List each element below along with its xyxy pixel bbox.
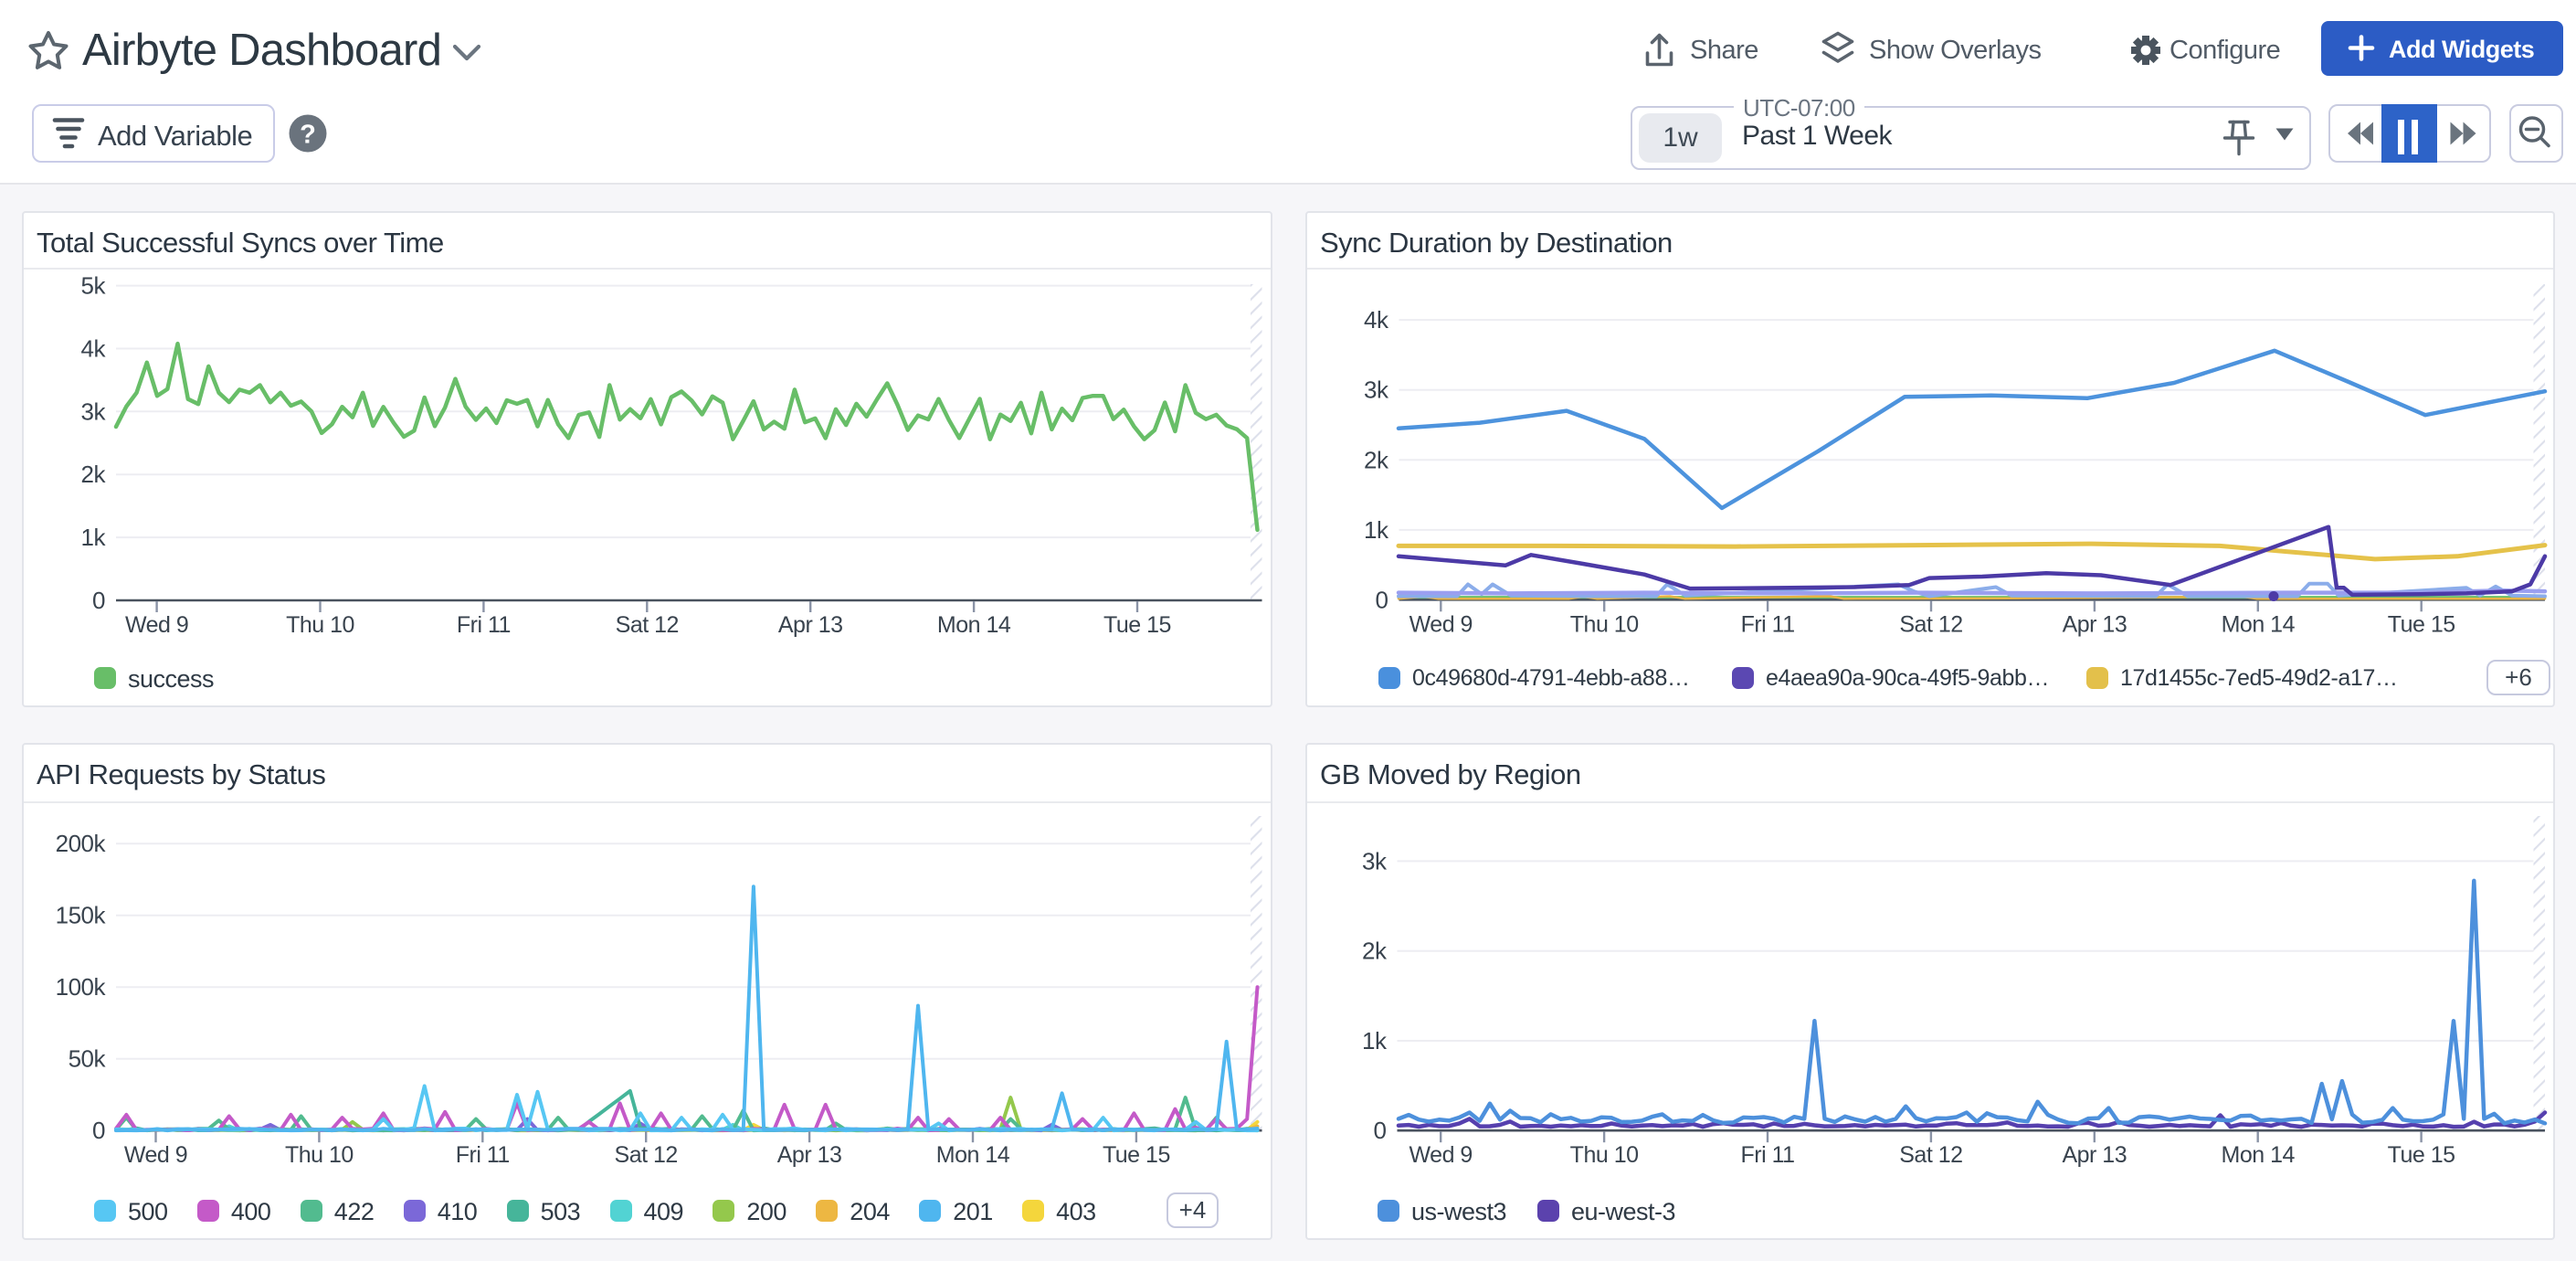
svg-text:Mon 14: Mon 14: [936, 1142, 1010, 1168]
svg-text:Tue 15: Tue 15: [2388, 611, 2455, 637]
svg-text:Mon 14: Mon 14: [2222, 1142, 2296, 1168]
svg-text:0: 0: [1374, 1117, 1387, 1144]
svg-text:Thu 10: Thu 10: [1570, 611, 1639, 637]
svg-text:2k: 2k: [81, 461, 107, 488]
svg-text:Mon 14: Mon 14: [937, 612, 1011, 638]
svg-text:1k: 1k: [1364, 516, 1389, 544]
svg-text:200k: 200k: [56, 830, 107, 857]
svg-text:Tue 15: Tue 15: [1103, 1142, 1170, 1168]
svg-text:Sat 12: Sat 12: [1899, 611, 1962, 637]
svg-text:Thu 10: Thu 10: [285, 1142, 354, 1168]
svg-text:Sat 12: Sat 12: [616, 612, 679, 638]
svg-text:5k: 5k: [81, 272, 107, 300]
svg-text:Apr 13: Apr 13: [778, 612, 843, 638]
svg-text:4k: 4k: [81, 335, 107, 363]
svg-text:Apr 13: Apr 13: [777, 1142, 842, 1168]
svg-text:0: 0: [92, 587, 105, 614]
svg-text:Fri 11: Fri 11: [1740, 1142, 1794, 1168]
svg-text:0: 0: [1376, 586, 1388, 613]
svg-text:Mon 14: Mon 14: [2222, 611, 2296, 637]
svg-text:0: 0: [92, 1117, 105, 1144]
svg-text:?: ?: [300, 121, 316, 150]
svg-text:150k: 150k: [56, 902, 107, 929]
svg-text:Thu 10: Thu 10: [286, 612, 354, 638]
svg-text:Tue 15: Tue 15: [2388, 1142, 2455, 1168]
svg-text:Apr 13: Apr 13: [2062, 1142, 2127, 1168]
svg-text:Sat 12: Sat 12: [615, 1142, 678, 1168]
svg-text:100k: 100k: [56, 973, 107, 1001]
svg-text:Wed 9: Wed 9: [124, 1142, 187, 1168]
svg-text:4k: 4k: [1364, 306, 1389, 334]
svg-text:1k: 1k: [1362, 1027, 1388, 1054]
svg-text:Wed 9: Wed 9: [1409, 1142, 1473, 1168]
svg-text:Wed 9: Wed 9: [1409, 611, 1473, 637]
svg-text:Apr 13: Apr 13: [2063, 611, 2127, 637]
svg-text:Fri 11: Fri 11: [1741, 611, 1795, 637]
svg-text:3k: 3k: [1364, 376, 1389, 404]
svg-text:1k: 1k: [81, 524, 107, 551]
svg-text:Sat 12: Sat 12: [1899, 1142, 1962, 1168]
svg-text:3k: 3k: [1362, 847, 1388, 874]
svg-text:50k: 50k: [69, 1045, 107, 1073]
svg-text:Fri 11: Fri 11: [456, 1142, 510, 1168]
svg-text:2k: 2k: [1364, 446, 1389, 473]
svg-text:Fri 11: Fri 11: [457, 612, 511, 638]
svg-text:Tue 15: Tue 15: [1103, 612, 1171, 638]
svg-text:Thu 10: Thu 10: [1570, 1142, 1639, 1168]
svg-text:3k: 3k: [81, 397, 107, 425]
svg-text:Wed 9: Wed 9: [125, 612, 188, 638]
svg-text:2k: 2k: [1362, 938, 1388, 965]
